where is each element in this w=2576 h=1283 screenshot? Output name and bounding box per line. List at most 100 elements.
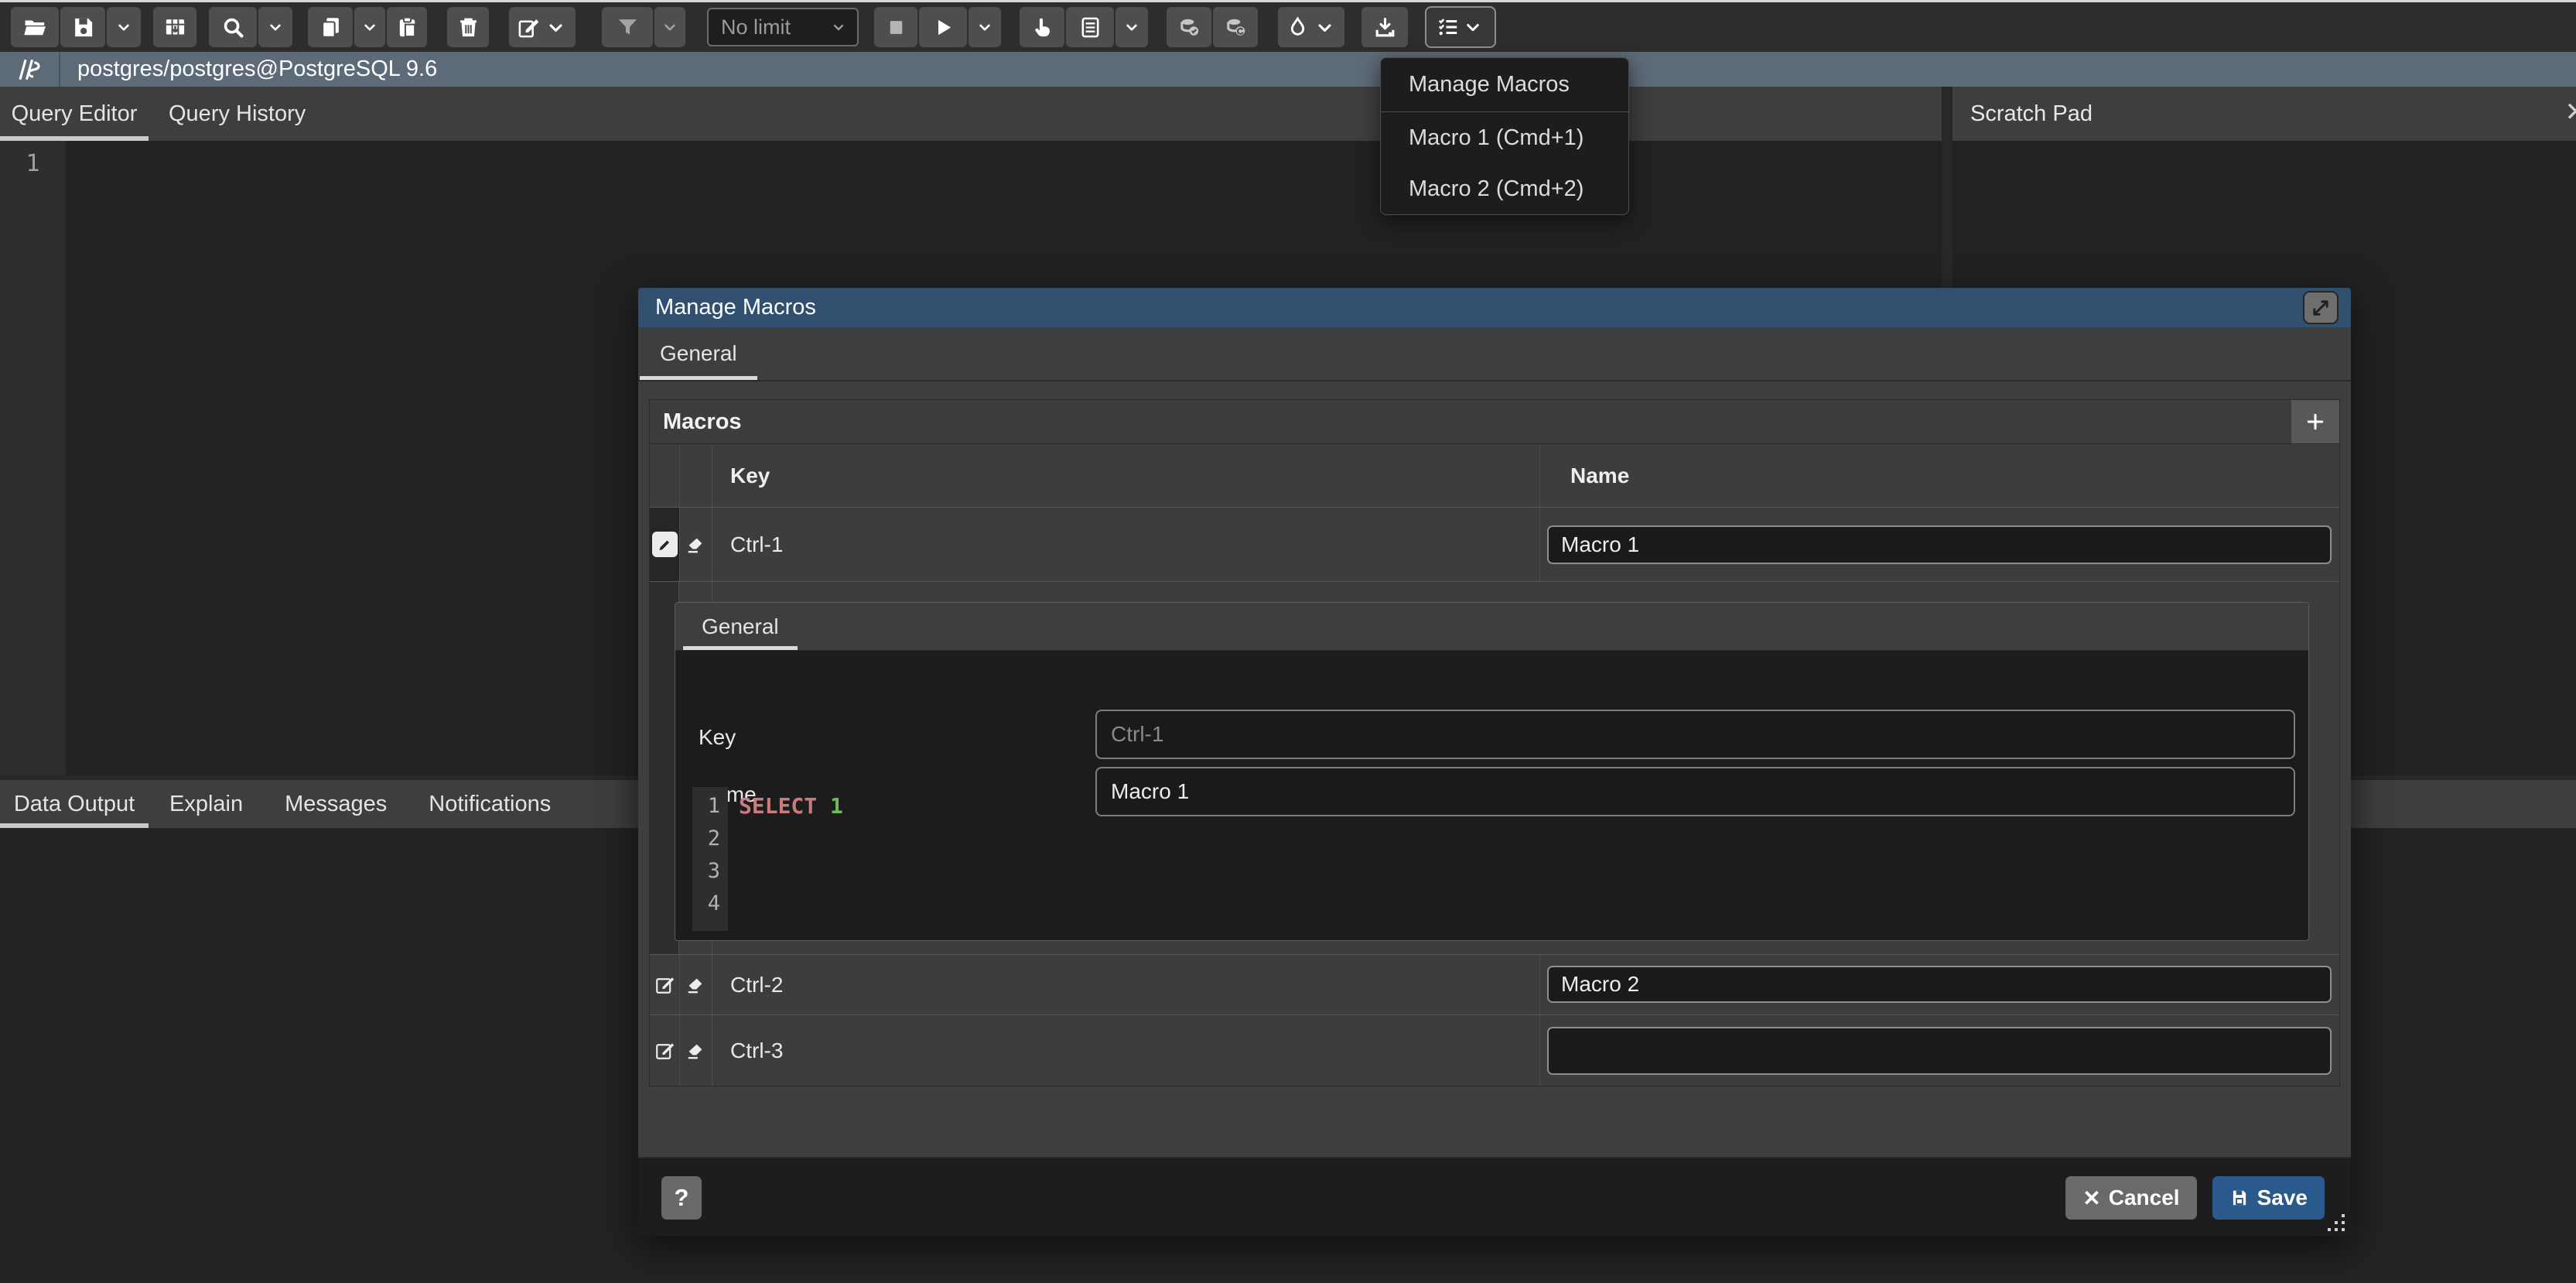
macros-panel-header: Macros bbox=[650, 400, 2339, 444]
filter-funnel-icon bbox=[616, 15, 640, 39]
macros-grid-header: Key Name bbox=[650, 445, 2339, 507]
expand-row-button[interactable] bbox=[650, 1015, 679, 1086]
eraser-icon bbox=[685, 1039, 707, 1062]
droplet-icon bbox=[1286, 15, 1310, 39]
filter-options-button[interactable] bbox=[654, 7, 685, 47]
commit-button[interactable] bbox=[1167, 7, 1211, 47]
dialog-tabrow: General bbox=[638, 327, 2351, 381]
copy-button[interactable] bbox=[308, 7, 353, 47]
tab-messages[interactable]: Messages bbox=[264, 780, 408, 828]
row-limit-select[interactable]: No limit bbox=[707, 8, 859, 46]
paste-button[interactable] bbox=[387, 7, 427, 47]
open-file-button[interactable] bbox=[11, 7, 59, 47]
macro-key-ctrl-2: Ctrl-2 bbox=[730, 955, 783, 1014]
plus-icon bbox=[2304, 410, 2327, 433]
subform-tab-general[interactable]: General bbox=[683, 603, 798, 650]
macros-menu-button[interactable] bbox=[1425, 6, 1496, 48]
find-button[interactable] bbox=[209, 7, 257, 47]
key-field-label: Key bbox=[699, 725, 736, 750]
tab-query-history[interactable]: Query History bbox=[149, 87, 326, 141]
expand-arrows-icon bbox=[2310, 297, 2332, 319]
add-macro-button[interactable] bbox=[2291, 400, 2339, 443]
key-field-input[interactable] bbox=[1095, 710, 2295, 759]
view-data-options-button[interactable] bbox=[1115, 7, 1148, 47]
copy-options-button[interactable] bbox=[354, 7, 385, 47]
dialog-titlebar[interactable]: Manage Macros bbox=[638, 288, 2351, 327]
filter-button[interactable] bbox=[602, 7, 653, 47]
dialog-tab-general[interactable]: General bbox=[640, 327, 757, 380]
macro-row-ctrl-1[interactable]: Ctrl-1 bbox=[650, 507, 2339, 581]
macro-row-ctrl-2[interactable]: Ctrl-2 bbox=[650, 954, 2339, 1014]
tab-data-output-label: Data Output bbox=[14, 792, 135, 816]
chevron-down-icon bbox=[660, 17, 680, 37]
edit-pencil-icon bbox=[654, 973, 676, 996]
help-button[interactable]: ? bbox=[661, 1176, 702, 1220]
macro-name-input-2[interactable] bbox=[1547, 966, 2332, 1003]
clear-row-button[interactable] bbox=[679, 508, 712, 581]
tab-query-history-label: Query History bbox=[169, 101, 306, 126]
floppy-icon bbox=[2229, 1188, 2250, 1208]
expand-row-button[interactable] bbox=[650, 955, 679, 1014]
save-button[interactable]: Save bbox=[2212, 1176, 2325, 1220]
macro-name-input-3[interactable] bbox=[1547, 1027, 2332, 1075]
execute-options-button[interactable] bbox=[969, 7, 1001, 47]
clear-query-button[interactable] bbox=[1278, 7, 1344, 47]
sql-line-number: 4 bbox=[692, 888, 728, 920]
tab-query-editor[interactable]: Query Editor bbox=[0, 87, 149, 141]
edit-options-button[interactable] bbox=[509, 7, 576, 47]
rollback-database-icon bbox=[1224, 15, 1248, 39]
execute-from-cursor-button[interactable] bbox=[1020, 7, 1064, 47]
view-data-button[interactable] bbox=[1066, 7, 1114, 47]
eraser-icon bbox=[685, 973, 707, 996]
line-number: 1 bbox=[0, 150, 66, 177]
edit-pencil-icon bbox=[652, 532, 678, 557]
stop-button[interactable] bbox=[874, 7, 917, 47]
tab-data-output[interactable]: Data Output bbox=[0, 780, 149, 828]
dialog-title: Manage Macros bbox=[655, 288, 816, 327]
chevron-down-icon bbox=[975, 17, 995, 37]
macro-row-ctrl-3[interactable]: Ctrl-3 bbox=[650, 1014, 2339, 1086]
collapse-row-button[interactable] bbox=[650, 508, 679, 581]
download-results-button[interactable] bbox=[1361, 7, 1408, 47]
save-data-changes-button[interactable] bbox=[153, 7, 196, 47]
column-header-name: Name bbox=[1570, 445, 1629, 507]
tab-explain[interactable]: Explain bbox=[149, 780, 264, 828]
delete-button[interactable] bbox=[447, 7, 489, 47]
chevron-down-icon bbox=[265, 17, 285, 37]
close-icon[interactable]: ✕ bbox=[2565, 97, 2576, 128]
eraser-icon bbox=[685, 533, 707, 556]
macro-key-ctrl-3: Ctrl-3 bbox=[730, 1015, 783, 1086]
rollback-button[interactable] bbox=[1213, 7, 1258, 47]
maximize-button[interactable] bbox=[2303, 291, 2339, 324]
macro-sql-editor[interactable]: 1 2 3 4 SELECT 1 bbox=[692, 787, 2291, 931]
macros-panel: Macros Key Name bbox=[649, 399, 2340, 1086]
table-download-icon bbox=[163, 15, 187, 39]
save-options-button[interactable] bbox=[107, 7, 141, 47]
resize-grip[interactable] bbox=[2342, 1228, 2345, 1231]
menu-item-macro-1[interactable]: Macro 1 (Cmd+1) bbox=[1381, 112, 1628, 163]
macro-name-input-1[interactable] bbox=[1547, 525, 2332, 564]
edit-pencil-icon bbox=[654, 1039, 676, 1062]
save-file-button[interactable] bbox=[60, 7, 105, 47]
sql-code-line: SELECT 1 bbox=[739, 790, 843, 823]
find-options-button[interactable] bbox=[258, 7, 292, 47]
chevron-down-icon bbox=[1122, 17, 1142, 37]
cancel-button[interactable]: ✕ Cancel bbox=[2065, 1176, 2196, 1220]
macros-dropdown-menu: Manage Macros Macro 1 (Cmd+1) Macro 2 (C… bbox=[1380, 57, 1629, 215]
tab-notifications-label: Notifications bbox=[429, 792, 551, 816]
macro-checklist-icon bbox=[1437, 15, 1460, 39]
connection-bar: postgres/postgres@PostgreSQL 9.6 bbox=[0, 52, 2576, 87]
row-limit-value: No limit bbox=[721, 15, 791, 39]
clear-row-button[interactable] bbox=[679, 1015, 712, 1086]
menu-item-macro-2[interactable]: Macro 2 (Cmd+2) bbox=[1381, 163, 1628, 214]
tab-messages-label: Messages bbox=[285, 792, 387, 816]
paste-icon bbox=[395, 15, 419, 39]
chevron-down-icon bbox=[114, 17, 134, 37]
execute-button[interactable] bbox=[919, 7, 967, 47]
tab-notifications[interactable]: Notifications bbox=[408, 780, 572, 828]
subform-tab-general-label: General bbox=[702, 614, 779, 638]
menu-item-manage-macros[interactable]: Manage Macros bbox=[1381, 58, 1628, 111]
play-icon bbox=[931, 15, 955, 39]
edit-pencil-icon bbox=[517, 15, 541, 39]
clear-row-button[interactable] bbox=[679, 955, 712, 1014]
